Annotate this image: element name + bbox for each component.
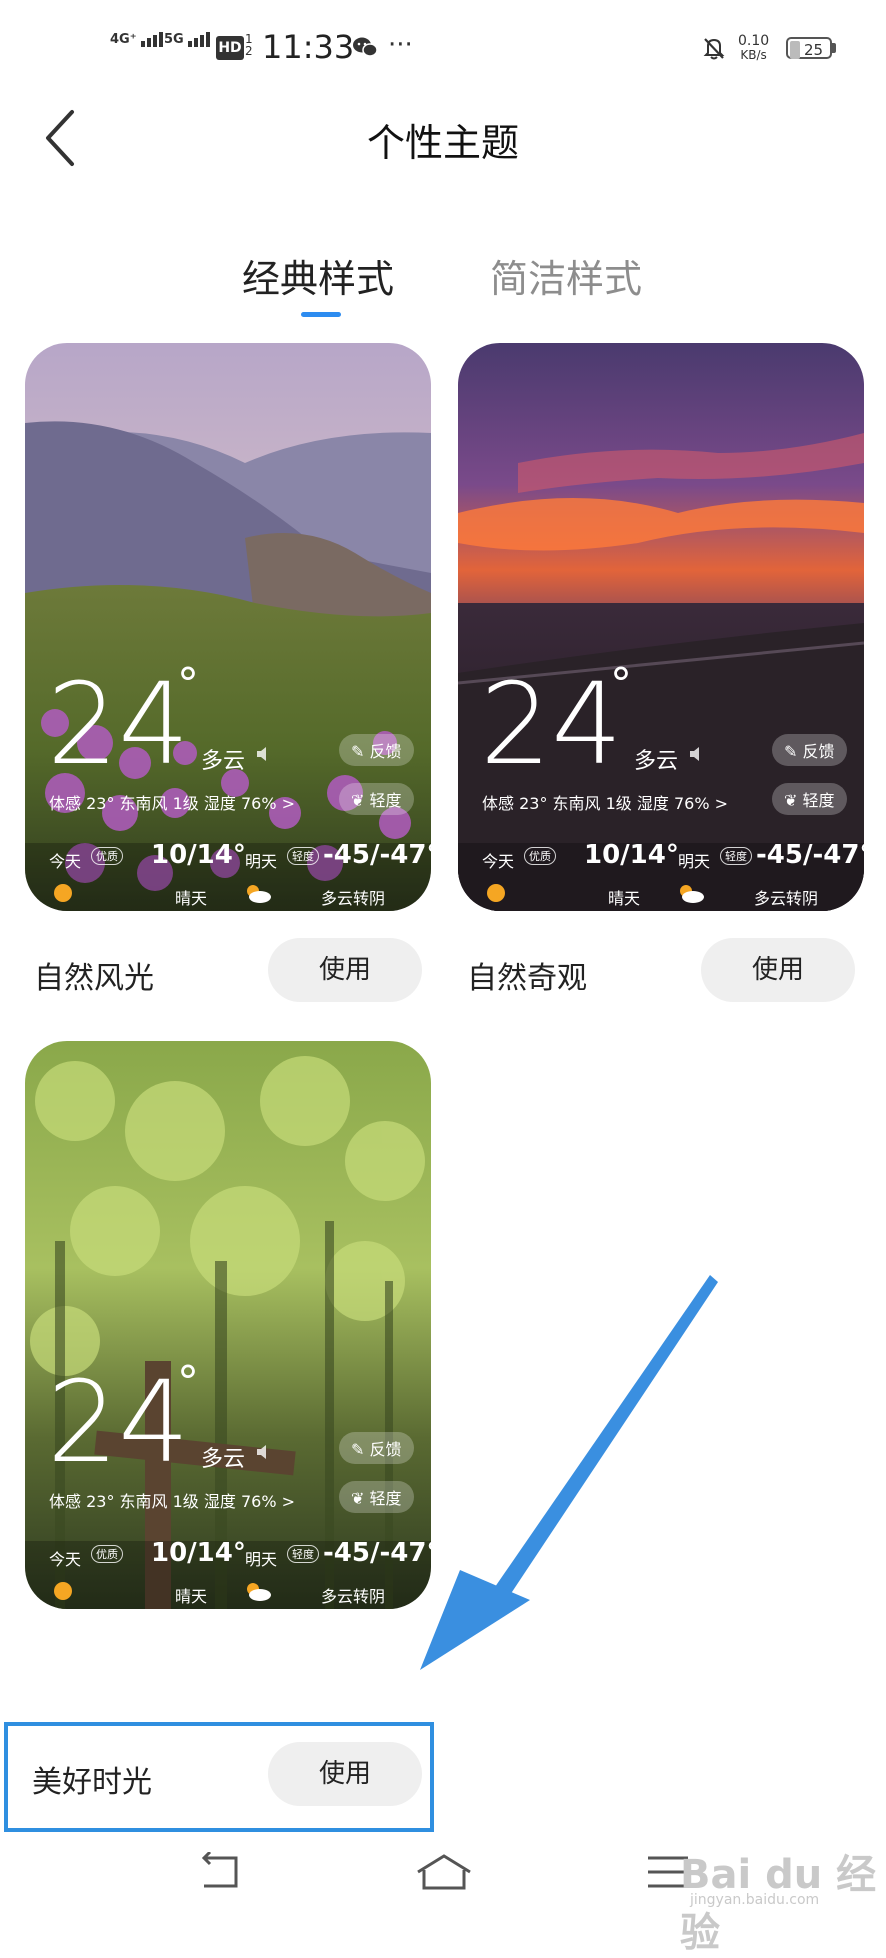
temperature-degree: ° (177, 659, 199, 710)
tab-active-indicator (301, 312, 341, 317)
tomorrow-label: 明天 (245, 852, 278, 871)
temperature-degree: ° (610, 659, 632, 710)
theme-preview-natural-scenery[interactable]: 24 ° 多云 ✎ 反馈 ❦ 轻度 体感 23° 东南风 1级 湿度 76% >… (25, 343, 431, 911)
today-label: 今天 (482, 852, 515, 871)
weather-details: 体感 23° 东南风 1级 湿度 76% > (49, 794, 296, 813)
leaf-icon: ❦ (351, 791, 370, 810)
pencil-icon: ✎ (351, 742, 370, 761)
air-quality-badge: ❦ 轻度 (339, 783, 414, 815)
today-weather: 晴天 (175, 889, 208, 908)
network-4g-indicator: 4G⁺ (110, 32, 165, 47)
today-weather: 晴天 (608, 889, 641, 908)
today-air-pill: 优质 (91, 1545, 123, 1563)
pencil-icon: ✎ (351, 1440, 370, 1459)
sun-icon (51, 881, 75, 905)
leaf-icon: ❦ (784, 791, 803, 810)
use-button-good-times[interactable]: 使用 (268, 1742, 422, 1806)
air-quality-label: 轻度 (369, 791, 402, 810)
tab-simple[interactable]: 简洁样式 (490, 248, 642, 303)
hd-sub-label: 1 2 (245, 32, 253, 58)
tomorrow-air-pill: 轻度 (287, 847, 319, 865)
sun-icon (484, 881, 508, 905)
battery-tip (832, 43, 836, 53)
leaf-icon: ❦ (351, 1489, 370, 1508)
today-air-pill: 优质 (91, 847, 123, 865)
temperature-value: 24 (47, 1358, 190, 1488)
tomorrow-weather: 多云转阴 (321, 1587, 386, 1606)
cloud-sun-icon (676, 881, 706, 905)
today-label: 今天 (49, 1550, 82, 1569)
theme-name-natural-wonder: 自然奇观 (467, 961, 587, 996)
tab-classic[interactable]: 经典样式 (242, 248, 394, 303)
hd-icon: HD (216, 36, 244, 60)
feedback-badge[interactable]: ✎ 反馈 (339, 734, 414, 766)
theme-name-good-times: 美好时光 (32, 1765, 152, 1800)
feedback-label: 反馈 (369, 1440, 402, 1459)
sun-icon (51, 1579, 75, 1603)
return-icon (201, 1850, 238, 1888)
weather-condition: 多云 (201, 1447, 246, 1472)
cloud-sun-icon (243, 881, 273, 905)
battery-icon: 25 (786, 37, 832, 59)
pencil-icon: ✎ (784, 742, 803, 761)
today-temperature: 10/14° (584, 840, 679, 870)
net-speed-unit: KB/s (740, 48, 767, 62)
weather-details: 体感 23° 东南风 1级 湿度 76% > (49, 1492, 296, 1511)
speaker-icon (688, 745, 706, 763)
status-bar: 4G⁺ 5G HD 1 2 11:33 ··· 0.10 KB/s 25 (0, 0, 886, 90)
feedback-badge[interactable]: ✎ 反馈 (772, 734, 847, 766)
page-title: 个性主题 (366, 121, 519, 165)
network-5g-label: 5G (164, 32, 184, 47)
temperature-value: 24 (47, 660, 190, 790)
speaker-icon (255, 1443, 273, 1461)
battery-level: 25 (804, 41, 824, 59)
home-icon (417, 1854, 471, 1890)
use-button-natural-scenery[interactable]: 使用 (268, 938, 422, 1002)
tomorrow-temperature: -45/-47° (756, 840, 864, 870)
weather-condition: 多云 (634, 749, 679, 774)
air-quality-label: 轻度 (369, 1489, 402, 1508)
speaker-icon (255, 745, 273, 763)
tomorrow-air-pill: 轻度 (287, 1545, 319, 1563)
weather-details: 体感 23° 东南风 1级 湿度 76% > (482, 794, 729, 813)
forest-image (25, 1041, 431, 1609)
feedback-label: 反馈 (802, 742, 835, 761)
tomorrow-label: 明天 (245, 1550, 278, 1569)
air-quality-label: 轻度 (802, 791, 835, 810)
network-5g-indicator: 5G (164, 32, 212, 47)
cloud-sun-icon (243, 1579, 273, 1603)
weather-condition: 多云 (201, 749, 246, 774)
watermark-url: jingyan.baidu.com (690, 1892, 820, 1908)
today-weather: 晴天 (175, 1587, 208, 1606)
net-speed-value: 0.10 (738, 33, 770, 49)
network-4g-label: 4G⁺ (110, 32, 137, 47)
air-quality-badge: ❦ 轻度 (772, 783, 847, 815)
theme-preview-natural-wonder[interactable]: 24 ° 多云 ✎ 反馈 ❦ 轻度 体感 23° 东南风 1级 湿度 76% >… (458, 343, 864, 911)
today-temperature: 10/14° (151, 840, 246, 870)
nav-back-button[interactable] (196, 1850, 244, 1892)
feedback-label: 反馈 (369, 742, 402, 761)
theme-preview-good-times[interactable]: 24 ° 多云 ✎ 反馈 ❦ 轻度 体感 23° 东南风 1级 湿度 76% >… (25, 1041, 431, 1609)
use-button-natural-wonder[interactable]: 使用 (701, 938, 855, 1002)
nav-home-button[interactable] (414, 1852, 474, 1892)
temperature-value: 24 (480, 660, 623, 790)
today-temperature: 10/14° (151, 1538, 246, 1568)
today-label: 今天 (49, 852, 82, 871)
tomorrow-air-pill: 轻度 (720, 847, 752, 865)
mute-bell-icon (700, 34, 728, 62)
theme-name-natural-scenery: 自然风光 (34, 961, 154, 996)
annotation-arrow-icon (420, 1275, 718, 1670)
mountain-landscape-image (25, 343, 431, 911)
more-icon: ··· (388, 30, 413, 60)
status-time: 11:33 (262, 28, 355, 66)
tomorrow-weather: 多云转阴 (321, 889, 386, 908)
wechat-icon (352, 36, 378, 58)
today-air-pill: 优质 (524, 847, 556, 865)
tomorrow-weather: 多云转阴 (754, 889, 819, 908)
tomorrow-label: 明天 (678, 852, 711, 871)
tomorrow-temperature: -45/-47° (323, 840, 431, 870)
sunset-sea-image (458, 343, 864, 911)
temperature-degree: ° (177, 1357, 199, 1408)
net-speed: 0.10 KB/s (738, 34, 769, 62)
